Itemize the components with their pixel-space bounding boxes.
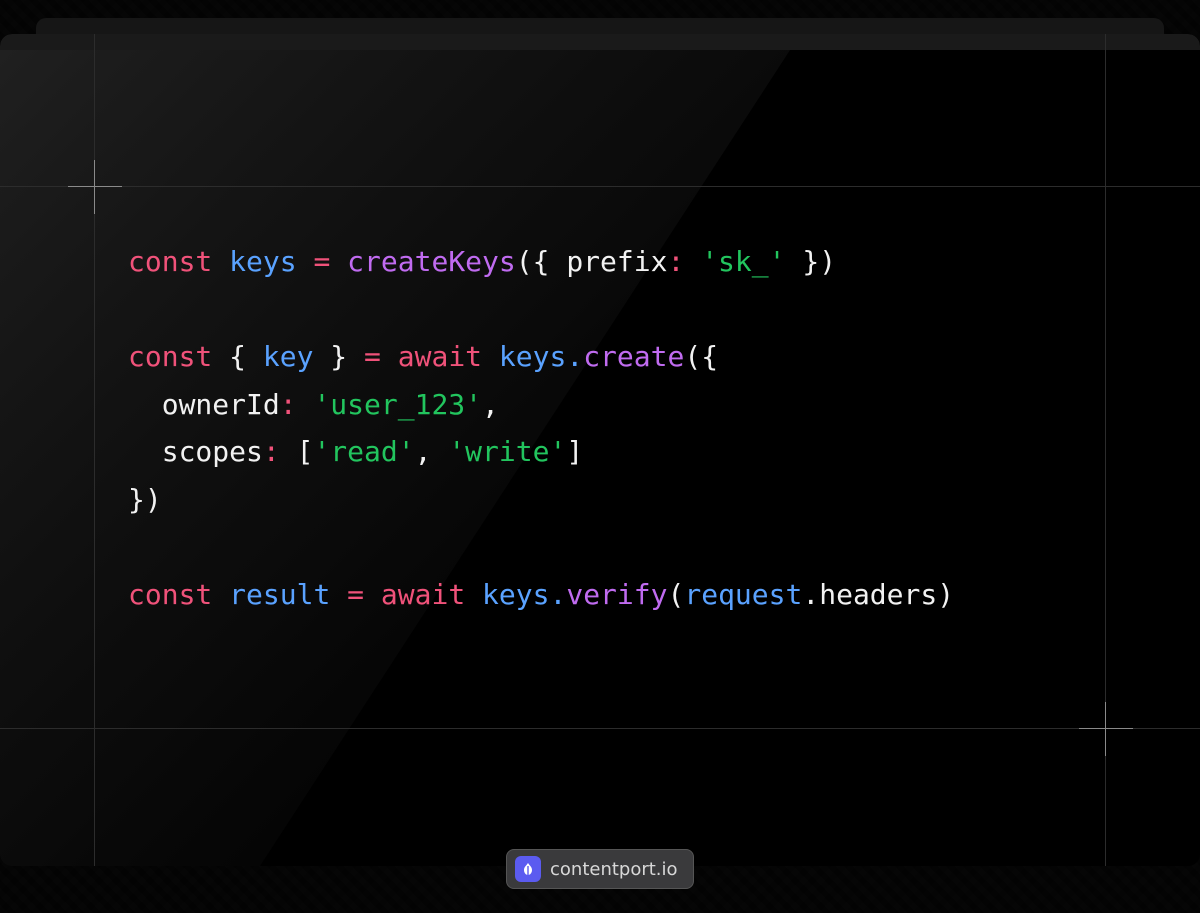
watermark-badge: contentport.io	[506, 849, 694, 889]
code-token: ({	[684, 340, 719, 373]
code-line: const keys = createKeys({ prefix: 'sk_' …	[128, 238, 954, 286]
code-token: ,	[414, 435, 449, 468]
code-token: key	[262, 340, 314, 373]
code-token: 'write'	[448, 435, 567, 468]
code-token: 'read'	[313, 435, 415, 468]
code-token: {	[212, 340, 263, 373]
code-line: const { key } = await keys.create({	[128, 333, 954, 381]
guide-line-left	[94, 34, 95, 866]
code-token: keys	[482, 577, 550, 611]
code-token: create	[583, 340, 685, 373]
crosshair-plus-icon	[68, 160, 122, 214]
code-line: })	[128, 476, 954, 524]
code-token: keys	[498, 340, 567, 373]
code-token: :	[262, 435, 280, 468]
code-token: 'sk_'	[701, 245, 786, 278]
code-token: })	[785, 245, 837, 278]
code-token: result	[229, 577, 331, 611]
crosshair-plus-icon	[1079, 702, 1133, 756]
code-token: .headers)	[802, 577, 955, 611]
guide-line-bottom	[0, 728, 1200, 729]
code-token: [	[279, 435, 314, 468]
code-token: .	[549, 577, 567, 611]
code-token: (	[667, 577, 685, 611]
code-token: await	[380, 577, 466, 611]
code-token: ,	[482, 387, 499, 421]
code-token: :	[667, 245, 685, 278]
code-snippet: const keys = createKeys({ prefix: 'sk_' …	[128, 238, 954, 618]
watermark-label: contentport.io	[550, 858, 678, 880]
code-token: request	[684, 577, 803, 611]
code-token: =	[313, 245, 331, 278]
code-token: ]	[566, 435, 584, 468]
code-token: keys	[229, 245, 297, 278]
code-token: }	[313, 340, 365, 373]
contentport-logo-icon	[515, 856, 541, 882]
code-token: scopes	[128, 435, 263, 468]
card-top-bar	[0, 34, 1200, 50]
code-line: ownerId: 'user_123',	[128, 381, 954, 429]
code-token: prefix	[566, 245, 668, 278]
code-token: .	[566, 340, 584, 373]
code-line: const result = await keys.verify(request…	[128, 571, 954, 619]
code-token: createKeys	[347, 245, 516, 278]
code-token: const	[128, 245, 213, 278]
code-token: const	[128, 340, 213, 373]
code-token: verify	[566, 577, 668, 611]
code-token: ({	[515, 245, 567, 278]
code-token: })	[128, 482, 162, 516]
code-token: ownerId	[128, 387, 280, 421]
code-token: =	[347, 577, 365, 611]
code-token: 'user_123'	[313, 387, 483, 421]
code-token: :	[279, 387, 297, 421]
code-token: =	[364, 340, 381, 373]
guide-line-top	[0, 186, 1200, 187]
code-token: await	[397, 340, 483, 373]
code-token: const	[128, 577, 213, 611]
code-line: scopes: ['read', 'write']	[128, 428, 954, 476]
